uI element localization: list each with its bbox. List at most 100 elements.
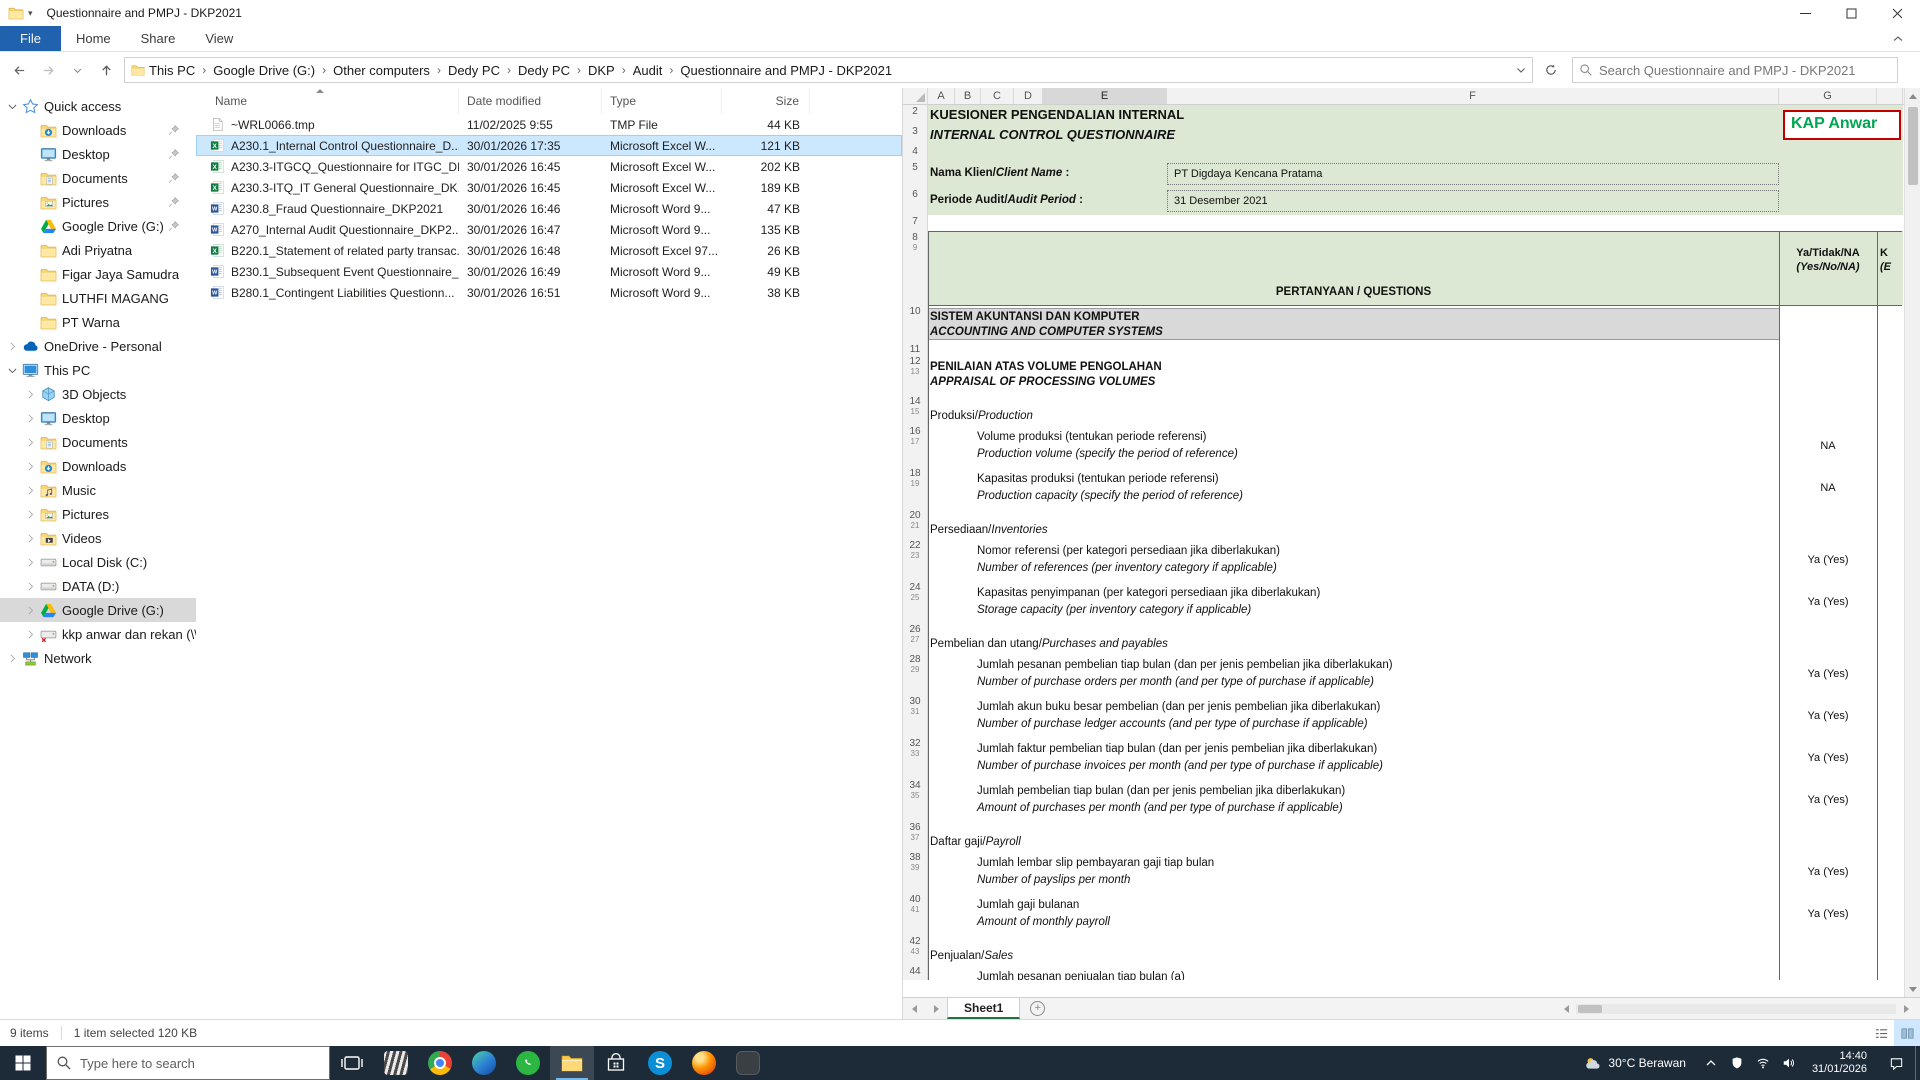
sheet-tab[interactable]: Sheet1 xyxy=(947,998,1020,1019)
chevron-right-icon[interactable] xyxy=(24,508,37,521)
menu-home[interactable]: Home xyxy=(61,26,126,51)
breadcrumb-item[interactable]: Google Drive (G:) xyxy=(213,63,315,78)
chevron-right-icon[interactable] xyxy=(24,292,37,305)
show-desktop-button[interactable] xyxy=(1915,1046,1920,1080)
column-header-size[interactable]: Size xyxy=(722,88,810,114)
row-number-20[interactable]: 2021 xyxy=(903,509,928,539)
sidebar-item-pt-warna[interactable]: PT Warna xyxy=(0,310,196,334)
firefox-app-icon[interactable] xyxy=(682,1046,726,1080)
chevron-right-icon[interactable] xyxy=(24,244,37,257)
sheet-column-partial[interactable] xyxy=(1877,88,1903,104)
sidebar-item-luthfi-magang[interactable]: LUTHFI MAGANG xyxy=(0,286,196,310)
chevron-right-icon[interactable] xyxy=(24,484,37,497)
explorer-search-input[interactable] xyxy=(1599,63,1891,78)
row-number-16[interactable]: 1617 xyxy=(903,425,928,467)
row-number-44[interactable]: 44 xyxy=(903,965,928,980)
sidebar-item-data-d[interactable]: DATA (D:) xyxy=(0,574,196,598)
action-center-icon[interactable] xyxy=(1877,1046,1915,1080)
sheet-column-D[interactable]: D xyxy=(1014,88,1043,104)
file-row[interactable]: ~WRL0066.tmp 11/02/2025 9:55 TMP File 44… xyxy=(196,114,902,135)
answer-cell[interactable]: Ya (Yes) xyxy=(1779,710,1877,722)
row-number-26[interactable]: 2627 xyxy=(903,623,928,653)
sidebar-item-documents[interactable]: Documents xyxy=(0,166,196,190)
address-box[interactable]: This PC›Google Drive (G:)›Other computer… xyxy=(124,57,1533,83)
explorer-app-icon[interactable] xyxy=(550,1046,594,1080)
preview-horizontal-scrollbar[interactable] xyxy=(1558,1002,1914,1016)
chevron-right-icon[interactable] xyxy=(24,388,37,401)
scroll-right-icon[interactable] xyxy=(1898,1002,1914,1016)
answer-cell[interactable]: Ya (Yes) xyxy=(1779,752,1877,764)
breadcrumb-item[interactable]: Audit xyxy=(633,63,663,78)
store-app-icon[interactable] xyxy=(594,1046,638,1080)
column-header-type[interactable]: Type xyxy=(602,88,722,114)
sheet-nav-left-icon[interactable] xyxy=(903,998,925,1019)
skype-app-icon[interactable]: S xyxy=(638,1046,682,1080)
refresh-button[interactable] xyxy=(1537,57,1564,83)
sidebar-item-figar-jaya-samudra[interactable]: Figar Jaya Samudra xyxy=(0,262,196,286)
vertical-scroll-thumb[interactable] xyxy=(1908,107,1918,185)
sidebar-item-desktop[interactable]: Desktop xyxy=(0,142,196,166)
sidebar-item-videos[interactable]: Videos xyxy=(0,526,196,550)
whatsapp-app-icon[interactable] xyxy=(506,1046,550,1080)
chevron-right-icon[interactable] xyxy=(24,196,37,209)
row-number-14[interactable]: 1415 xyxy=(903,395,928,425)
chevron-right-icon[interactable] xyxy=(24,412,37,425)
quick-access-toolbar-caret-icon[interactable]: ▾ xyxy=(28,8,33,19)
breadcrumb-item[interactable]: This PC xyxy=(149,63,195,78)
sidebar-item-pictures[interactable]: Pictures xyxy=(0,502,196,526)
sheet-column-G[interactable]: G xyxy=(1779,88,1877,104)
taskbar-search-input[interactable] xyxy=(80,1056,320,1071)
sidebar-item-pictures[interactable]: Pictures xyxy=(0,190,196,214)
menu-share[interactable]: Share xyxy=(126,26,191,51)
chevron-right-icon[interactable] xyxy=(24,316,37,329)
breadcrumb-item[interactable]: Other computers xyxy=(333,63,430,78)
sidebar-section-network[interactable]: Network xyxy=(0,646,196,670)
sheet-column-C[interactable]: C xyxy=(981,88,1014,104)
answer-cell[interactable]: Ya (Yes) xyxy=(1779,554,1877,566)
field-value[interactable]: 31 Desember 2021 xyxy=(1167,190,1779,212)
sidebar-section-quick-access[interactable]: Quick access xyxy=(0,94,196,118)
answer-cell[interactable]: Ya (Yes) xyxy=(1779,668,1877,680)
maximize-button[interactable] xyxy=(1828,0,1874,26)
volume-icon[interactable] xyxy=(1776,1046,1802,1080)
chevron-right-icon[interactable] xyxy=(24,268,37,281)
chevron-right-icon[interactable] xyxy=(24,220,37,233)
chevron-right-icon[interactable] xyxy=(6,340,19,353)
row-number-22[interactable]: 2223 xyxy=(903,539,928,581)
row-number-24[interactable]: 2425 xyxy=(903,581,928,623)
row-number-36[interactable]: 3637 xyxy=(903,821,928,851)
scroll-left-icon[interactable] xyxy=(1558,1002,1574,1016)
row-number-28[interactable]: 2829 xyxy=(903,653,928,695)
chevron-right-icon[interactable] xyxy=(24,172,37,185)
sidebar-section-onedrive-personal[interactable]: OneDrive - Personal xyxy=(0,334,196,358)
chevron-down-icon[interactable] xyxy=(6,364,19,377)
row-number-18[interactable]: 1819 xyxy=(903,467,928,509)
chevron-right-icon[interactable] xyxy=(6,652,19,665)
dark-app-icon[interactable] xyxy=(726,1046,770,1080)
sheet-column-B[interactable]: B xyxy=(955,88,981,104)
start-button[interactable] xyxy=(0,1046,46,1080)
row-number-2[interactable]: 2 xyxy=(903,105,928,125)
chevron-right-icon[interactable] xyxy=(24,460,37,473)
zebra-app-icon[interactable] xyxy=(374,1046,418,1080)
scroll-down-icon[interactable] xyxy=(1905,981,1920,997)
up-button[interactable] xyxy=(93,57,120,83)
sidebar-item-downloads[interactable]: Downloads xyxy=(0,118,196,142)
sidebar-item-documents[interactable]: Documents xyxy=(0,430,196,454)
network-icon[interactable] xyxy=(1750,1046,1776,1080)
clock[interactable]: 14:40 31/01/2026 xyxy=(1802,1046,1877,1080)
sidebar-item-desktop[interactable]: Desktop xyxy=(0,406,196,430)
recent-locations-caret-icon[interactable] xyxy=(64,57,91,83)
answer-cell[interactable]: Ya (Yes) xyxy=(1779,794,1877,806)
file-row[interactable]: WA270_Internal Audit Questionnaire_DKP2.… xyxy=(196,219,902,240)
row-number-38[interactable]: 3839 xyxy=(903,851,928,893)
minimize-button[interactable] xyxy=(1782,0,1828,26)
security-shield-icon[interactable] xyxy=(1724,1046,1750,1080)
row-number-3[interactable]: 3 xyxy=(903,125,928,145)
sheet-column-E[interactable]: E xyxy=(1043,88,1167,104)
answer-cell[interactable]: NA xyxy=(1779,440,1877,452)
answer-cell[interactable]: Ya (Yes) xyxy=(1779,866,1877,878)
sheet-column-F[interactable]: F xyxy=(1167,88,1779,104)
chevron-right-icon[interactable] xyxy=(24,556,37,569)
scroll-up-icon[interactable] xyxy=(1905,88,1920,104)
